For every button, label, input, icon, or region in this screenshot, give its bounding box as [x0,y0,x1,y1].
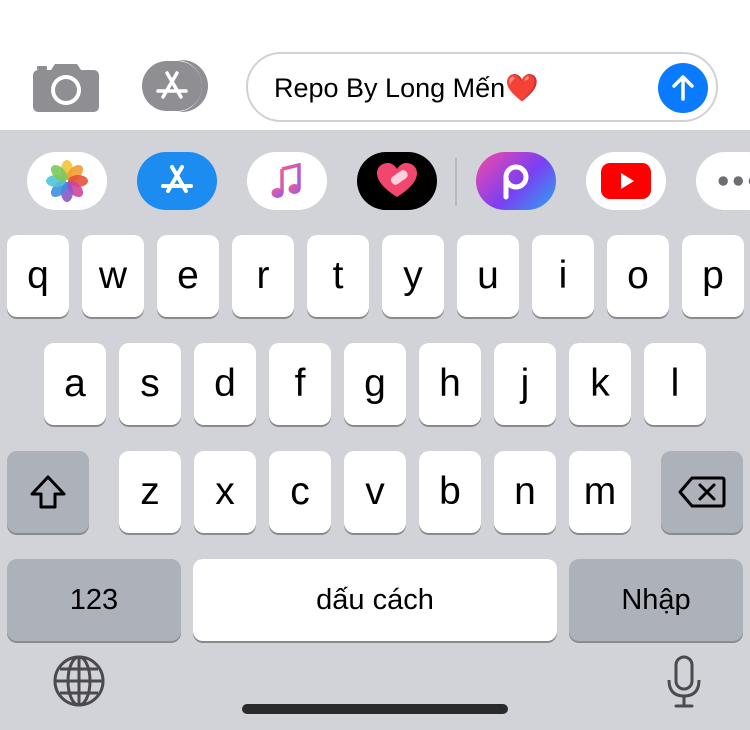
picsart-icon[interactable] [476,152,556,210]
key-r[interactable]: r [232,235,294,317]
key-a[interactable]: a [44,343,106,425]
message-text: Repo By Long Mến❤️ [274,73,539,103]
key-x[interactable]: x [194,451,256,533]
message-input[interactable]: Repo By Long Mến❤️ [246,52,718,122]
key-b[interactable]: b [419,451,481,533]
return-key[interactable]: Nhập [569,559,743,641]
key-d[interactable]: d [194,343,256,425]
key-w[interactable]: w [82,235,144,317]
imessage-app-strip [0,130,750,232]
key-z[interactable]: z [119,451,181,533]
key-p[interactable]: p [682,235,744,317]
key-t[interactable]: t [307,235,369,317]
key-m[interactable]: m [569,451,631,533]
key-n[interactable]: n [494,451,556,533]
app-store-icon[interactable] [137,152,217,210]
key-u[interactable]: u [457,235,519,317]
youtube-icon[interactable] [586,152,666,210]
globe-icon[interactable] [52,654,106,708]
shift-key[interactable] [7,451,89,533]
numbers-key[interactable]: 123 [7,559,181,641]
camera-icon[interactable] [33,60,99,112]
space-key[interactable]: dấu cách [193,559,557,641]
keyboard: q w e r t y u i o p a s d f g h j k l z … [0,130,750,730]
key-c[interactable]: c [269,451,331,533]
send-button[interactable] [658,63,708,113]
delete-key[interactable] [661,451,743,533]
key-l[interactable]: l [644,343,706,425]
microphone-icon[interactable] [664,654,704,710]
key-f[interactable]: f [269,343,331,425]
key-v[interactable]: v [344,451,406,533]
more-icon[interactable] [696,152,750,210]
music-icon[interactable] [247,152,327,210]
key-y[interactable]: y [382,235,444,317]
backspace-icon [678,476,726,508]
photos-icon[interactable] [27,152,107,210]
key-o[interactable]: o [607,235,669,317]
key-k[interactable]: k [569,343,631,425]
key-q[interactable]: q [7,235,69,317]
shift-icon [30,475,66,509]
app-store-drawer-icon[interactable] [140,60,212,112]
arrow-up-icon [672,75,694,101]
key-e[interactable]: e [157,235,219,317]
key-i[interactable]: i [532,235,594,317]
heart-sticker-icon[interactable] [357,152,437,210]
strip-divider [455,158,457,206]
key-h[interactable]: h [419,343,481,425]
home-indicator [242,704,508,714]
compose-bar: Repo By Long Mến❤️ [0,0,750,130]
key-s[interactable]: s [119,343,181,425]
key-j[interactable]: j [494,343,556,425]
key-g[interactable]: g [344,343,406,425]
